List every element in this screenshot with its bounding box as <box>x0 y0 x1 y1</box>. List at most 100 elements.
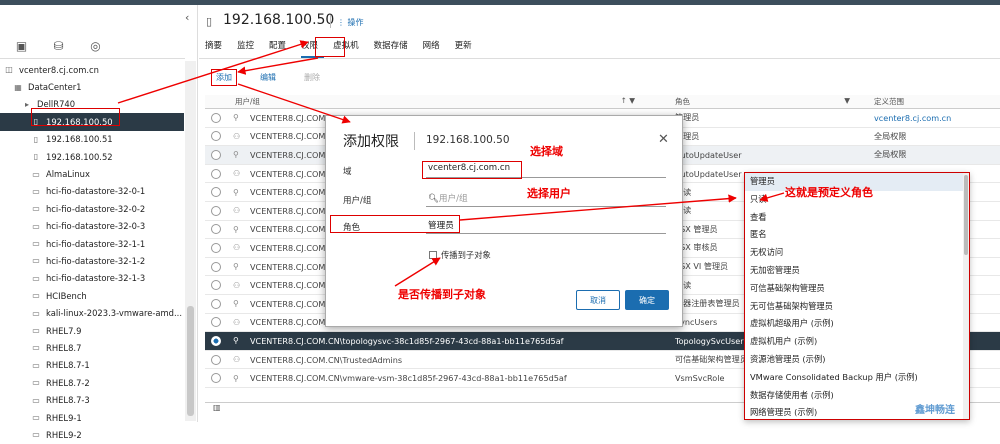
tab-updates[interactable]: 更新 <box>455 38 478 58</box>
column-header-scope[interactable]: 定义范围 <box>874 97 904 106</box>
role-option[interactable]: VMware Consolidated Backup 用户 (示例) <box>745 369 967 387</box>
role-option[interactable]: 查看 <box>745 209 967 227</box>
tab-configure[interactable]: 配置 <box>269 38 292 58</box>
role-option[interactable]: 可信基础架构管理员 <box>745 280 967 298</box>
annotation-box-host <box>31 108 120 126</box>
checkbox-icon[interactable] <box>429 251 437 259</box>
tab-monitor[interactable]: 监控 <box>237 38 260 58</box>
role-option[interactable]: 资源池管理员 (示例) <box>745 351 967 369</box>
tree-node[interactable]: ▭ hci-fio-datastore-32-1-3 <box>0 270 184 287</box>
tree-node-label: RHEL8.7-3 <box>46 395 90 406</box>
tree-node-label: RHEL8.7-2 <box>46 377 90 388</box>
row-radio[interactable] <box>211 261 221 272</box>
column-toggle-icon[interactable]: ▥ <box>213 403 221 412</box>
vm-icon: ▭ <box>32 430 40 440</box>
row-radio[interactable] <box>211 280 221 291</box>
domain-label: 域 <box>343 167 352 177</box>
hosts-clusters-icon[interactable]: ▣ <box>14 38 29 53</box>
role-option[interactable]: 虚拟机超级用户 (示例) <box>745 315 967 333</box>
tree-node[interactable]: ▭ hci-fio-datastore-32-1-2 <box>0 252 184 269</box>
tab-summary[interactable]: 摘要 <box>205 38 228 58</box>
tree-node[interactable]: ▭ RHEL8.7-1 <box>0 357 184 374</box>
role-option[interactable]: 虚拟机用户 (示例) <box>745 333 967 351</box>
scope-cell[interactable]: vcenter8.cj.com.cn <box>860 113 980 123</box>
tree-node[interactable]: ▭ RHEL8.7-2 <box>0 374 184 391</box>
vm-icon: ▭ <box>32 291 40 301</box>
row-radio[interactable] <box>211 373 221 384</box>
filter-icon[interactable]: ▼ <box>844 96 850 107</box>
actions-menu[interactable]: ⋮ 操作 <box>337 17 364 28</box>
group-icon: ⚇ <box>233 131 241 141</box>
row-radio[interactable] <box>211 354 221 365</box>
storage-icon[interactable]: ⛁ <box>51 38 66 53</box>
row-radio[interactable] <box>211 298 221 309</box>
row-radio[interactable] <box>211 131 221 142</box>
sort-filter-icon[interactable]: ↑ ▼ <box>621 96 635 107</box>
row-radio[interactable] <box>211 149 221 160</box>
tree-node[interactable]: ▭ hci-fio-datastore-32-0-2 <box>0 200 184 217</box>
vm-icon: ▭ <box>32 413 40 422</box>
dropdown-scrollbar[interactable] <box>963 173 969 419</box>
tree-node[interactable]: ▭ hci-fio-datastore-32-1-1 <box>0 235 184 252</box>
cancel-button[interactable]: 取消 <box>576 290 620 310</box>
tree-node[interactable]: ▭ hci-fio-datastore-32-0-1 <box>0 183 184 200</box>
row-radio[interactable] <box>211 168 221 179</box>
dialog-subtitle: 192.168.100.50 <box>426 134 510 146</box>
tab-networks[interactable]: 网络 <box>423 38 446 58</box>
tab-datastores[interactable]: 数据存储 <box>374 38 414 58</box>
vm-icon: ▭ <box>32 343 40 353</box>
row-radio[interactable] <box>211 205 221 216</box>
user-icon: ⚲ <box>233 336 239 346</box>
group-icon: ⚇ <box>233 280 241 290</box>
vm-icon: ▭ <box>32 204 40 214</box>
group-icon: ⚇ <box>233 317 241 327</box>
row-radio[interactable] <box>211 335 221 346</box>
tree-node[interactable]: ▭ kali-linux-2023.3-vmware-amd... <box>0 304 184 321</box>
tree-node[interactable]: ▭ RHEL9-2 <box>0 426 184 443</box>
role-select[interactable]: 管理员 <box>426 219 666 234</box>
tree-node[interactable]: ▯ 192.168.100.52 <box>0 148 184 165</box>
tree-node[interactable]: ▭ HCIBench <box>0 287 184 304</box>
user-icon: ⚲ <box>233 150 239 160</box>
propagate-checkbox[interactable]: 传播到子对象 <box>429 249 491 261</box>
column-header-user[interactable]: 用户/组 <box>235 96 260 107</box>
group-icon: ⚇ <box>233 169 241 179</box>
tree-node[interactable]: ▦ DataCenter1 <box>0 78 184 95</box>
tree-node-label: AlmaLinux <box>46 169 90 180</box>
tree-node[interactable]: ▭ RHEL9-1 <box>0 409 184 426</box>
row-radio[interactable] <box>211 317 221 328</box>
delete-button[interactable]: 删除 <box>304 72 320 83</box>
tree-node-label: DataCenter1 <box>28 82 82 93</box>
tree-node[interactable]: ▯ 192.168.100.51 <box>0 131 184 148</box>
edit-button[interactable]: 编辑 <box>260 72 276 83</box>
close-icon[interactable]: ✕ <box>658 132 669 147</box>
role-option[interactable]: 无可信基础架构管理员 <box>745 298 967 316</box>
vm-icon: ▭ <box>32 186 40 196</box>
group-icon: ⚇ <box>233 243 241 253</box>
tree-node-label: hci-fio-datastore-32-1-1 <box>46 238 146 249</box>
row-radio[interactable] <box>211 224 221 235</box>
tree-node[interactable]: ▭ RHEL7.9 <box>0 322 184 339</box>
user-icon: ⚲ <box>233 187 239 197</box>
tree-node[interactable]: ▭ RHEL8.7-3 <box>0 391 184 408</box>
tree-node[interactable]: ◫ vcenter8.cj.com.cn <box>0 61 184 78</box>
role-option[interactable]: 无权访问 <box>745 244 967 262</box>
tree-node[interactable]: ▭ hci-fio-datastore-32-0-3 <box>0 218 184 235</box>
network-icon[interactable]: ◎ <box>88 38 103 53</box>
row-radio[interactable] <box>211 242 221 253</box>
role-option[interactable]: 无加密管理员 <box>745 262 967 280</box>
chevron-left-icon[interactable]: ‹ <box>185 11 189 24</box>
role-option[interactable]: 匿名 <box>745 226 967 244</box>
annotation-box-tab <box>315 37 345 57</box>
annotation-predefined-roles: 这就是预定义角色 <box>785 186 873 199</box>
tree-node[interactable]: ▭ RHEL8.7 <box>0 339 184 356</box>
ok-button[interactable]: 确定 <box>625 290 669 310</box>
vm-icon: ▭ <box>32 239 40 249</box>
tree-node-label: 192.168.100.51 <box>46 134 113 145</box>
column-header-role[interactable]: 角色 <box>675 96 690 107</box>
tree-scrollbar[interactable] <box>185 61 196 421</box>
tree-node[interactable]: ▭ AlmaLinux <box>0 165 184 182</box>
row-radio[interactable] <box>211 112 221 123</box>
tree-node-label: RHEL8.7 <box>46 342 82 353</box>
row-radio[interactable] <box>211 187 221 198</box>
